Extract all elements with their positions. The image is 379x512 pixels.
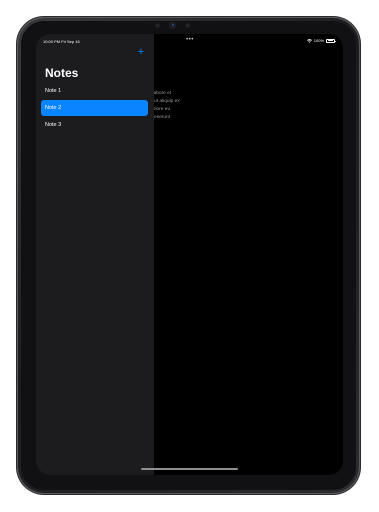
status-time: 10:00 PM Fri Sep 16: [43, 39, 80, 44]
sidebar-item-note-3[interactable]: Note 3: [41, 117, 148, 133]
multitasking-dots[interactable]: •••: [186, 37, 194, 43]
battery-percent: 100%: [313, 38, 324, 43]
home-indicator[interactable]: [141, 468, 238, 470]
sensor-dot: [155, 22, 160, 28]
sidebar-title: Notes: [45, 66, 79, 80]
camera-lens-icon: [170, 22, 175, 28]
status-right: 100%: [306, 38, 336, 43]
sensor-dot: [185, 22, 190, 28]
battery-icon: [326, 38, 336, 43]
sidebar: + Notes Note 1 Note 2 Note 3: [36, 34, 154, 475]
sidebar-item-note-2[interactable]: Note 2: [41, 100, 148, 116]
wifi-icon: [306, 38, 312, 43]
note-list: Note 1 Note 2 Note 3: [41, 83, 148, 134]
camera-cluster: [155, 22, 190, 28]
screen: 10:00 PM Fri Sep 16 ••• 100% Lorem ipsum…: [36, 34, 343, 475]
add-note-button[interactable]: +: [136, 47, 146, 58]
status-bar: 10:00 PM Fri Sep 16 ••• 100%: [36, 34, 343, 48]
sidebar-item-note-1[interactable]: Note 1: [41, 83, 148, 99]
